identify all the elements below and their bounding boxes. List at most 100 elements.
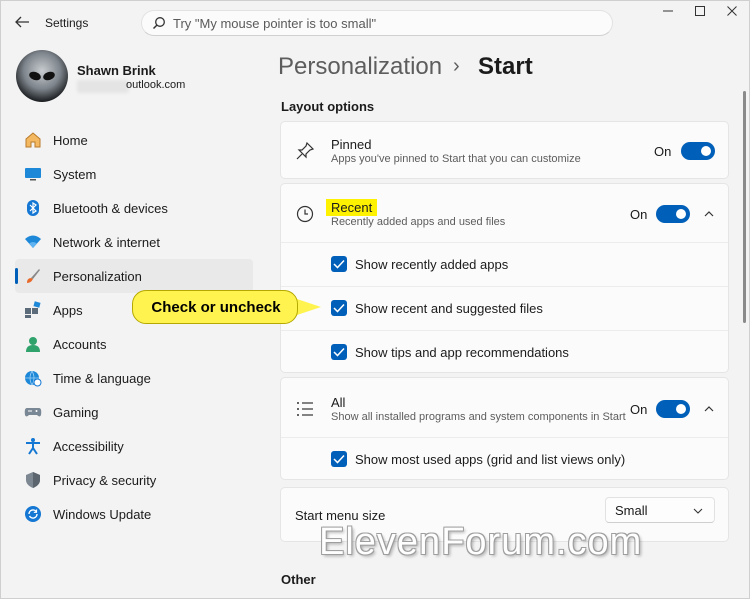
recent-description: Recently added apps and used files <box>331 216 506 228</box>
divider <box>281 330 728 331</box>
user-name: Shawn Brink <box>77 63 156 78</box>
recent-title: Recent <box>326 199 378 216</box>
globe-clock-icon <box>25 370 42 387</box>
user-email: outlook.com <box>126 79 186 91</box>
checkbox-label[interactable]: Show recent and suggested files <box>355 301 543 316</box>
update-icon <box>25 506 41 522</box>
avatar[interactable] <box>16 50 68 102</box>
all-toggle[interactable] <box>656 400 690 418</box>
callout-text: Check or uncheck <box>151 299 281 316</box>
sidebar-item-label: Accounts <box>53 337 107 352</box>
section-title-layout: Layout options <box>281 99 375 114</box>
pinned-title: Pinned <box>331 137 372 152</box>
breadcrumb-separator: › <box>453 55 460 77</box>
search-box[interactable] <box>141 10 613 36</box>
recent-toggle-state: On <box>630 207 648 222</box>
email-redaction <box>77 80 129 93</box>
list-icon <box>297 402 313 416</box>
pinned-card: Pinned Apps you've pinned to Start that … <box>280 121 729 179</box>
minimize-icon <box>663 10 673 12</box>
checkmark-icon <box>333 454 345 464</box>
avatar-eye <box>27 70 43 82</box>
sidebar-item-personalization[interactable]: Personalization <box>15 259 253 293</box>
monitor-icon <box>25 168 41 181</box>
sidebar-item-time-language[interactable]: Time & language <box>15 361 253 395</box>
clock-icon <box>296 205 314 223</box>
sidebar-item-label: Accessibility <box>53 439 124 454</box>
bluetooth-icon <box>27 200 39 216</box>
divider <box>281 437 728 438</box>
checkbox-recent-suggested-files[interactable] <box>331 300 347 316</box>
sidebar-item-label: Privacy & security <box>53 473 157 488</box>
accessibility-icon <box>26 438 40 455</box>
close-button[interactable] <box>717 5 747 23</box>
checkmark-icon <box>333 347 345 357</box>
sidebar-item-accounts[interactable]: Accounts <box>15 327 253 361</box>
sidebar-item-label: Time & language <box>53 371 151 386</box>
page-title: Start <box>478 53 533 80</box>
sidebar-item-home[interactable]: Home <box>15 123 253 157</box>
close-icon <box>727 6 737 16</box>
sidebar-item-system[interactable]: System <box>15 157 253 191</box>
checkbox-tips-recommendations[interactable] <box>331 344 347 360</box>
sidebar-item-label: Network & internet <box>53 235 160 250</box>
pinned-toggle[interactable] <box>681 142 715 160</box>
maximize-icon <box>695 6 705 16</box>
menu-size-dropdown[interactable]: Small <box>605 497 715 523</box>
chevron-down-icon <box>693 508 703 514</box>
title-bar: Settings <box>1 1 749 43</box>
sidebar-item-privacy-security[interactable]: Privacy & security <box>15 463 253 497</box>
sidebar-item-label: System <box>53 167 97 182</box>
checkbox-label[interactable]: Show most used apps (grid and list views… <box>355 452 625 467</box>
callout: Check or uncheck <box>132 290 298 324</box>
recent-title-highlight: Recent <box>326 199 378 216</box>
sidebar-item-label: Apps <box>53 303 83 318</box>
sidebar-item-gaming[interactable]: Gaming <box>15 395 253 429</box>
apps-icon <box>25 301 41 318</box>
maximize-button[interactable] <box>685 5 715 23</box>
sidebar-nav: Home System Bluetooth & devices Network … <box>15 123 255 531</box>
minimize-button[interactable] <box>653 5 683 23</box>
sidebar-item-windows-update[interactable]: Windows Update <box>15 497 253 531</box>
search-input[interactable] <box>173 14 603 32</box>
recent-toggle[interactable] <box>656 205 690 223</box>
watermark: ElevenForum.com <box>319 521 643 563</box>
all-toggle-state: On <box>630 402 648 417</box>
sidebar-item-label: Personalization <box>53 269 142 284</box>
checkbox-label[interactable]: Show recently added apps <box>355 257 508 272</box>
breadcrumb-parent[interactable]: Personalization <box>278 53 442 81</box>
checkbox-label[interactable]: Show tips and app recommendations <box>355 345 569 360</box>
brush-icon <box>27 269 40 283</box>
sidebar-item-label: Gaming <box>53 405 99 420</box>
sidebar-item-bluetooth[interactable]: Bluetooth & devices <box>15 191 253 225</box>
chevron-up-icon[interactable] <box>702 207 716 221</box>
recent-card: Recent Recently added apps and used file… <box>280 183 729 373</box>
scrollbar[interactable] <box>743 91 746 323</box>
back-arrow-icon <box>15 16 29 28</box>
sidebar-item-label: Home <box>53 133 88 148</box>
section-title-other: Other <box>281 572 316 587</box>
search-icon <box>152 17 165 30</box>
chevron-up-icon[interactable] <box>702 402 716 416</box>
all-card: All Show all installed programs and syst… <box>280 377 729 480</box>
all-title: All <box>331 395 346 410</box>
back-button[interactable] <box>11 12 33 32</box>
accounts-icon <box>26 337 40 352</box>
checkbox-most-used-apps[interactable] <box>331 451 347 467</box>
gamepad-icon <box>24 408 42 417</box>
settings-window: Settings Shawn Brink outlook.com <box>0 0 750 599</box>
home-icon <box>25 132 41 148</box>
pinned-description: Apps you've pinned to Start that you can… <box>331 153 581 165</box>
shield-icon <box>26 472 40 488</box>
sidebar-item-accessibility[interactable]: Accessibility <box>15 429 253 463</box>
dropdown-value: Small <box>615 503 648 518</box>
sidebar-item-network[interactable]: Network & internet <box>15 225 253 259</box>
divider <box>281 286 728 287</box>
checkmark-icon <box>333 303 345 313</box>
wifi-icon <box>25 235 41 248</box>
checkbox-recently-added[interactable] <box>331 256 347 272</box>
divider <box>281 242 728 243</box>
checkmark-icon <box>333 259 345 269</box>
pin-icon <box>296 141 315 160</box>
pinned-toggle-state: On <box>654 144 672 159</box>
